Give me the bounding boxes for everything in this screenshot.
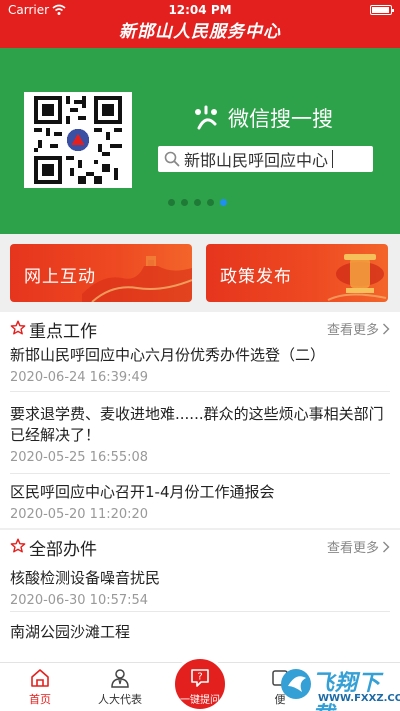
list-item[interactable]: 要求退学费、麦收进地难......群众的这些烦心事相关部门已经解决了！ 2020…	[10, 392, 390, 474]
qr-code-image	[34, 96, 122, 184]
news-title: 核酸检测设备噪音扰民	[10, 569, 161, 587]
policy-release-button[interactable]: 政策发布	[206, 244, 388, 302]
news-date: 2020-06-30 10:57:54	[10, 593, 149, 608]
carousel-dot[interactable]	[194, 199, 201, 206]
list-item[interactable]: 南湖公园沙滩工程	[10, 612, 390, 662]
app-title: 新邯山人民服务中心	[0, 20, 400, 48]
chevron-right-icon	[383, 541, 390, 552]
qr-code	[24, 92, 132, 188]
banner-search-box: 新邯山民呼回应中心	[158, 146, 373, 172]
text-caret	[332, 150, 334, 168]
news-date: 2020-05-20 11:20:20	[10, 507, 149, 522]
news-date: 2020-06-24 16:39:49	[10, 370, 149, 385]
carousel-dot[interactable]	[207, 199, 214, 206]
view-more-label: 查看更多	[326, 323, 379, 338]
watermark-logo-icon	[281, 669, 311, 699]
news-title: 南湖公园沙滩工程	[10, 623, 131, 641]
download-site-watermark: 飞翔下载 WWW.FXXZ.COM	[278, 662, 400, 711]
wechat-search-icon	[195, 105, 217, 130]
home-icon	[31, 669, 49, 687]
section-title: 重点工作	[29, 322, 97, 342]
watermark-text: 飞翔下载	[312, 671, 382, 711]
news-title: 区民呼回应中心召开1-4月份工作通报会	[10, 483, 275, 501]
online-interaction-button[interactable]: 网上互动	[10, 244, 192, 302]
carousel-indicator[interactable]	[168, 199, 227, 206]
status-bar: Carrier 12:04 PM	[0, 0, 400, 20]
watermark-url: WWW.FXXZ.COM	[318, 693, 400, 704]
tab-representatives-label: 人大代表	[98, 693, 142, 706]
view-more-link[interactable]: 查看更多	[327, 319, 390, 338]
banner-search-text: 新邯山民呼回应中心	[184, 151, 329, 170]
carousel-dot[interactable]	[168, 199, 175, 206]
star-icon	[10, 538, 26, 553]
tab-representatives[interactable]: 人大代表	[80, 663, 160, 707]
person-icon	[111, 669, 129, 688]
tab-home-label: 首页	[29, 693, 51, 706]
wechat-search-promo: 微信搜一搜	[192, 103, 333, 133]
list-item[interactable]: 新邯山民呼回应中心六月份优秀办件选登（二） 2020-06-24 16:39:4…	[10, 342, 390, 392]
news-title: 新邯山民呼回应中心六月份优秀办件选登（二）	[10, 346, 326, 364]
clock: 12:04 PM	[168, 3, 232, 17]
list-item[interactable]: 核酸检测设备噪音扰民 2020-06-30 10:57:54	[10, 560, 390, 612]
battery-icon	[370, 5, 394, 15]
view-more-label: 查看更多	[326, 541, 379, 556]
svg-text:?: ?	[197, 672, 202, 683]
key-work-section: 重点工作 查看更多 新邯山民呼回应中心六月份优秀办件选登（二） 2020-06-…	[0, 312, 400, 528]
policy-release-label: 政策发布	[220, 267, 292, 287]
key-work-header: 重点工作 查看更多	[0, 312, 400, 342]
chevron-right-icon	[383, 323, 390, 334]
carousel-dot[interactable]	[181, 199, 188, 206]
huabiao-pillar-icon	[327, 254, 387, 301]
quick-ask-button[interactable]: ? 一键提问	[172, 656, 228, 711]
news-date: 2020-05-25 16:55:08	[10, 450, 149, 465]
wechat-search-label: 微信搜一搜	[228, 107, 333, 131]
tab-home[interactable]: 首页	[0, 663, 80, 707]
list-item[interactable]: 区民呼回应中心召开1-4月份工作通报会 2020-05-20 11:20:20	[10, 474, 390, 528]
star-icon	[10, 320, 26, 335]
great-wall-icon	[82, 256, 192, 302]
search-icon	[164, 151, 180, 167]
question-bubble-icon: ?	[191, 669, 209, 687]
all-cases-header: 全部办件 查看更多	[0, 530, 400, 560]
carousel-dot-active[interactable]	[220, 199, 227, 206]
view-more-link[interactable]: 查看更多	[327, 537, 390, 556]
online-interaction-label: 网上互动	[24, 267, 96, 287]
news-title: 要求退学费、麦收进地难......群众的这些烦心事相关部门已经解决了！	[10, 405, 384, 444]
quick-ask-label: 一键提问	[180, 695, 220, 706]
section-title: 全部办件	[29, 540, 97, 560]
all-cases-section: 全部办件 查看更多 核酸检测设备噪音扰民 2020-06-30 10:57:54…	[0, 530, 400, 662]
